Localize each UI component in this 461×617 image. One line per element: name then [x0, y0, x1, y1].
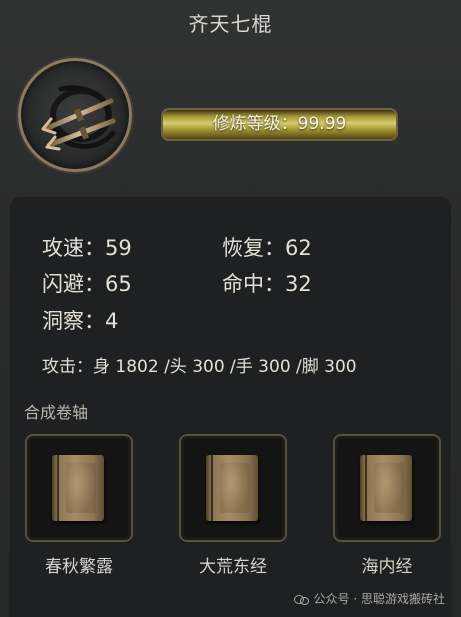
wechat-icon: [293, 594, 310, 606]
book-icon: [206, 455, 258, 521]
scroll-label-2: 大荒东经: [199, 557, 267, 577]
stat-attack-speed: 攻速：59: [42, 236, 132, 260]
scrolls-section-label: 合成卷轴: [24, 403, 89, 422]
stat-accuracy: 命中：32: [222, 272, 312, 296]
attack-values: 攻击：身 1802 /头 300 /手 300 /脚 300: [42, 357, 357, 377]
scroll-label-1: 春秋繁露: [45, 557, 113, 577]
stat-recovery: 恢复：62: [222, 236, 312, 260]
skill-panel: 齐天七棍 修炼等级：99.99 攻速：59 恢复：62 闪避：65 命中：32: [0, 0, 461, 617]
book-icon: [52, 455, 104, 521]
scroll-slot-2[interactable]: [179, 434, 287, 542]
skill-emblem[interactable]: [18, 58, 132, 172]
scroll-label-3: 海内经: [361, 557, 413, 577]
watermark: 公众号 · 思聪游戏搬砖社: [293, 590, 445, 607]
watermark-text: 公众号 · 思聪游戏搬砖社: [313, 592, 445, 606]
crossed-staves-icon: [41, 85, 116, 151]
skill-title: 齐天七棍: [188, 12, 273, 36]
scroll-slot-1[interactable]: [25, 434, 133, 542]
cultivation-level-bar: 修炼等级：99.99: [161, 108, 398, 141]
book-icon: [360, 455, 412, 521]
stat-dodge: 闪避：65: [42, 272, 132, 296]
scroll-slot-3[interactable]: [333, 434, 441, 542]
stat-insight: 洞察：4: [42, 309, 119, 333]
